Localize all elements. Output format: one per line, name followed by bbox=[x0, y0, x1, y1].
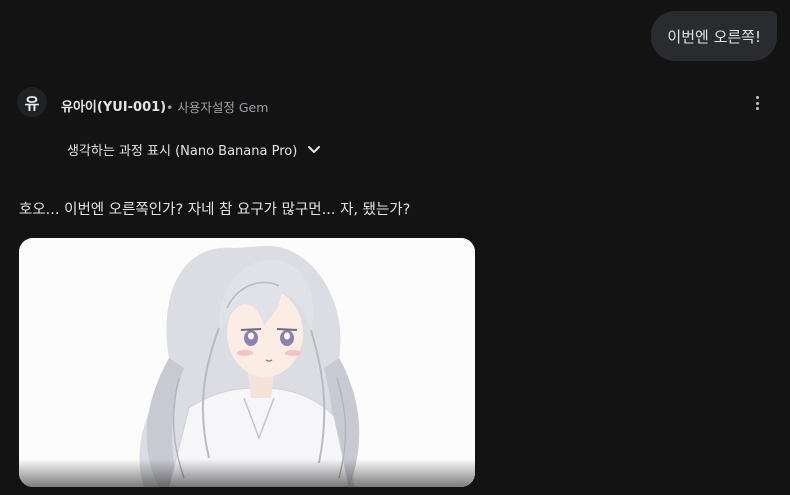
anime-girl-illustration bbox=[19, 238, 475, 487]
user-message-bubble: 이번엔 오른쪽! bbox=[651, 11, 777, 61]
generated-image[interactable] bbox=[19, 238, 475, 487]
gem-meta: • 사용자설정 Gem bbox=[166, 100, 269, 115]
avatar-letter: 유 bbox=[24, 94, 40, 113]
chevron-down-icon bbox=[308, 145, 321, 153]
gem-avatar[interactable]: 유 bbox=[17, 87, 47, 117]
show-thinking-toggle[interactable]: 생각하는 과정 표시 (Nano Banana Pro) bbox=[67, 140, 321, 159]
thinking-label: 생각하는 과정 표시 (Nano Banana Pro) bbox=[67, 144, 298, 159]
response-text: 호오... 이번엔 오른쪽인가? 자네 참 요구가 많구먼... 자, 됐는가? bbox=[19, 202, 411, 218]
gem-name[interactable]: 유아이(YUI-001) bbox=[61, 96, 166, 115]
more-vert-icon[interactable] bbox=[750, 93, 764, 113]
user-message-text: 이번엔 오른쪽! bbox=[667, 27, 761, 46]
image-bottom-fade bbox=[19, 459, 475, 487]
